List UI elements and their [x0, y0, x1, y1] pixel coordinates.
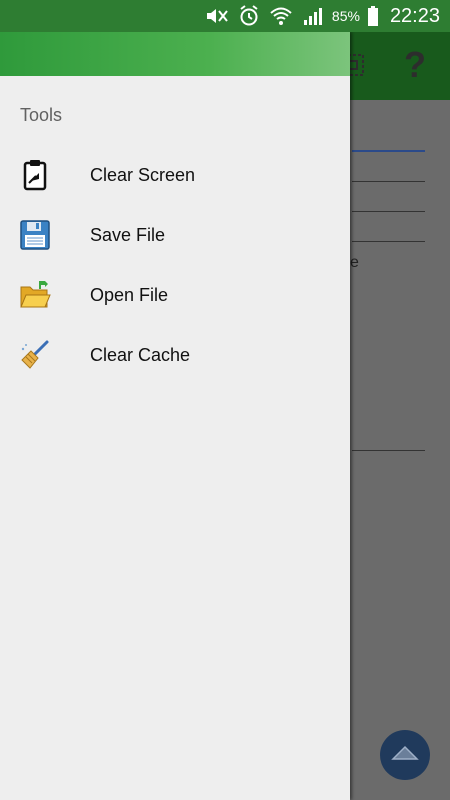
- broom-icon: [18, 338, 52, 372]
- divider: [352, 450, 425, 451]
- divider: [352, 150, 425, 152]
- wifi-icon: [268, 5, 294, 27]
- battery-icon: [366, 5, 380, 27]
- alarm-icon: [236, 5, 262, 27]
- help-icon[interactable]: ?: [400, 40, 430, 90]
- divider: [352, 211, 425, 212]
- menu-item-clear-screen[interactable]: Clear Screen: [0, 145, 350, 205]
- menu-item-label: Open File: [90, 284, 169, 305]
- clipboard-icon: [18, 158, 52, 192]
- divider: [352, 241, 425, 242]
- chevron-up-icon: [390, 743, 420, 768]
- scroll-up-button[interactable]: [380, 730, 430, 780]
- divider: [352, 181, 425, 182]
- floppy-disk-icon: [18, 218, 52, 252]
- navigation-drawer: Tools Clear Screen Save File Open File C…: [0, 32, 350, 800]
- menu-item-label: Save File: [90, 224, 166, 245]
- section-title: Tools: [20, 105, 63, 125]
- drawer-header: [0, 32, 350, 76]
- screen: 85% 22:23 ? e Tools Clear Screen Save Fi…: [0, 0, 450, 800]
- menu-item-clear-cache[interactable]: Clear Cache: [0, 325, 350, 385]
- signal-icon: [300, 5, 326, 27]
- menu-item-label: Clear Cache: [90, 344, 191, 365]
- status-bar: 85% 22:23: [0, 0, 450, 32]
- menu-item-label: Clear Screen: [90, 164, 196, 185]
- menu-item-open-file[interactable]: Open File: [0, 265, 350, 325]
- mute-icon: [204, 5, 230, 27]
- clock: 22:23: [389, 4, 440, 27]
- menu-item-save-file[interactable]: Save File: [0, 205, 350, 265]
- partial-text: e: [350, 254, 359, 271]
- open-folder-icon: [18, 278, 52, 312]
- status-icons: 85% 22:23: [204, 0, 440, 32]
- battery-percent: 85%: [331, 8, 360, 24]
